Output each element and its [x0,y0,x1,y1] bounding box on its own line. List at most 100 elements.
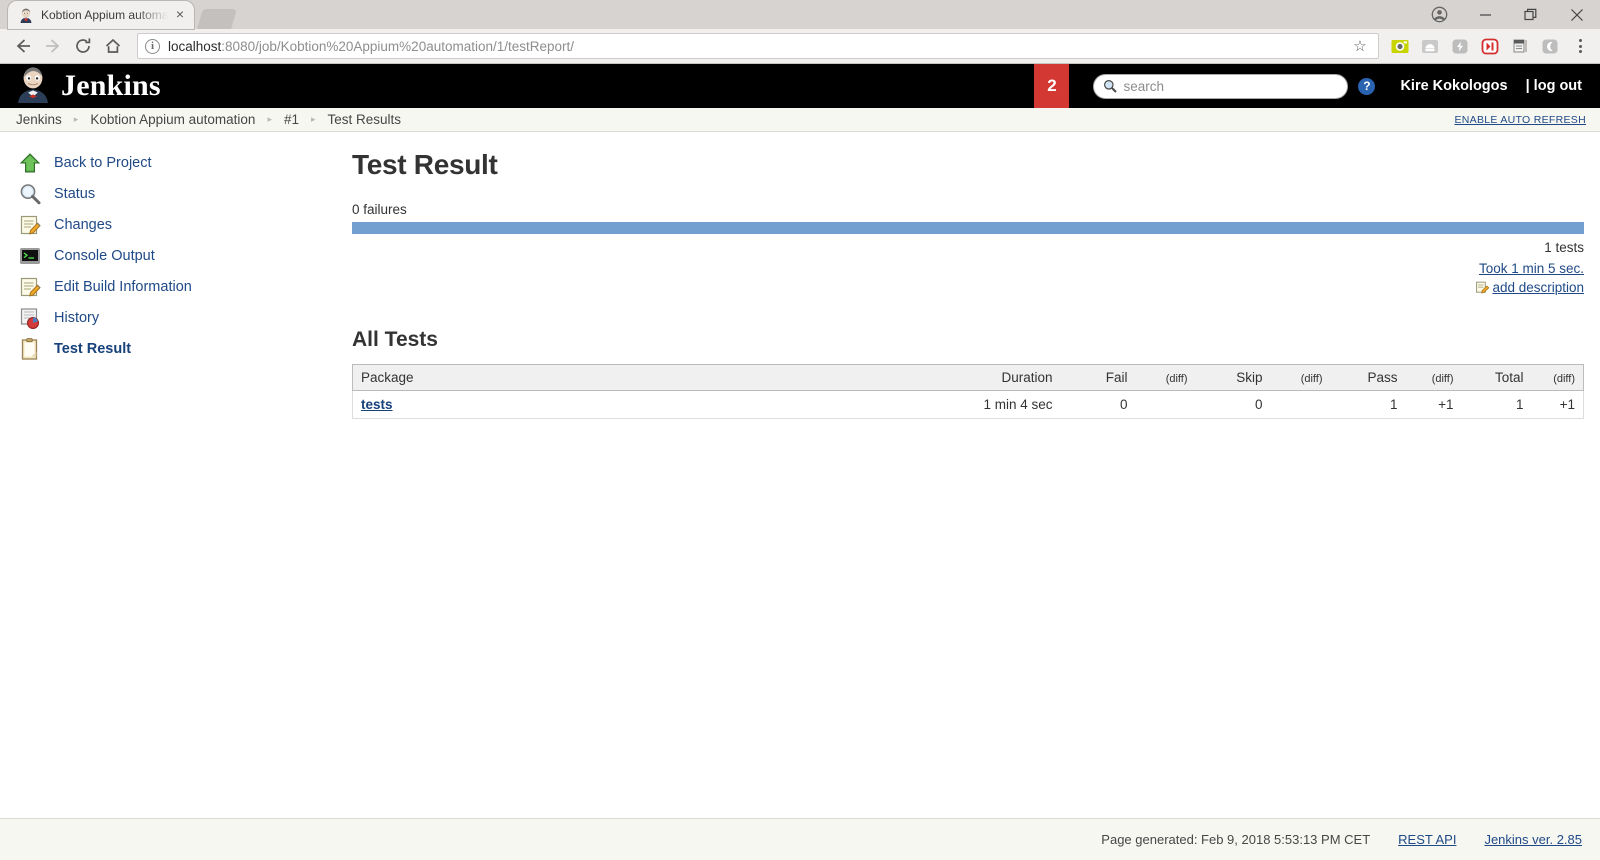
up-arrow-icon [18,151,42,175]
column-header-package[interactable]: Package [352,364,911,391]
lightning-extension-icon[interactable] [1446,32,1474,60]
fastforward-extension-icon[interactable] [1476,32,1504,60]
url-path: :8080/job/Kobtion%20Appium%20automation/… [221,38,575,54]
all-tests-title: All Tests [352,328,438,351]
magnifier-icon [18,182,42,206]
moon-extension-icon[interactable] [1536,32,1564,60]
minimize-button[interactable] [1462,0,1508,29]
breadcrumb-item-job[interactable]: Kobtion Appium automation [90,112,255,127]
back-icon[interactable] [8,32,38,60]
diff-label: (diff) [1431,373,1454,385]
column-header-skip[interactable]: Skip [1195,364,1271,391]
diff-label: (diff) [1553,373,1575,385]
sidebar-item-test-result[interactable]: Test Result [0,333,352,364]
column-header-total[interactable]: Total [1461,364,1532,391]
breadcrumb-item-jenkins[interactable]: Jenkins [16,112,62,127]
add-description-row: add description [352,280,1584,295]
jenkins-body: Back to Project Status Changes Console O… [0,132,1600,840]
chevron-right-icon: ▸ [73,114,79,124]
jenkins-logo-text: Jenkins [61,69,161,102]
help-icon[interactable]: ? [1358,77,1376,95]
column-header-pass-label: Pass [1367,370,1398,385]
window-close-button[interactable] [1554,0,1600,29]
close-icon[interactable]: × [172,6,188,23]
sidebar-item-edit-build-information[interactable]: Edit Build Information [0,271,352,302]
jenkins-version-link[interactable]: Jenkins ver. 2.85 [1484,832,1582,847]
sidebar-item-console-output[interactable]: Console Output [0,240,352,271]
column-header-total-label: Total [1494,370,1524,385]
cell-duration: 1 min 4 sec [910,390,1061,419]
user-name-link[interactable]: Kire Kokologos [1400,78,1507,94]
page-info-icon[interactable]: i [145,38,160,54]
breadcrumb-item-test-results[interactable]: Test Results [328,112,402,127]
new-tab-button[interactable] [197,9,237,29]
jenkins-header-right: 2 ? Kire Kokologos | log out [1034,64,1600,108]
browser-toolbar: i localhost:8080/job/Kobtion%20Appium%20… [0,29,1600,64]
bookmark-star-icon[interactable]: ☆ [1349,37,1371,55]
search-input[interactable] [1121,77,1339,95]
chrome-menu-icon[interactable] [1568,32,1592,60]
notification-badge[interactable]: 2 [1034,64,1070,108]
cell-skip-diff [1270,390,1331,419]
column-header-total-diff[interactable]: (diff) [1531,364,1584,391]
diff-label: (diff) [1165,373,1188,385]
sidebar-item-status[interactable]: Status [0,178,352,209]
search-box[interactable] [1093,73,1349,99]
extension-icons [1386,32,1592,60]
add-description-link[interactable]: add description [1492,280,1584,295]
forward-icon[interactable] [38,32,68,60]
jenkins-home-link[interactable]: Jenkins [0,65,161,108]
clipboard-icon [18,337,42,361]
url-bar[interactable]: i localhost:8080/job/Kobtion%20Appium%20… [137,33,1379,59]
url-host: localhost [168,38,222,54]
camera-extension-icon[interactable] [1386,32,1414,60]
clipboard-extension-icon[interactable] [1506,32,1534,60]
cell-total: 1 [1461,390,1532,419]
terminal-icon [18,244,42,268]
page-title: Test Result [352,149,498,180]
breadcrumb-item-build[interactable]: #1 [284,112,299,127]
column-header-skip-diff[interactable]: (diff) [1270,364,1331,391]
reload-icon[interactable] [68,32,98,60]
history-chart-icon [18,306,42,330]
tests-count-text: 1 tests [1544,240,1584,255]
sidebar-item-history[interactable]: History [0,302,352,333]
maximize-button[interactable] [1508,0,1554,29]
home-icon[interactable] [98,32,128,60]
chevron-right-icon: ▸ [311,114,316,124]
browser-tab[interactable]: Kobtion Appium automa × [8,1,194,29]
page-footer: Page generated: Feb 9, 2018 5:53:13 PM C… [0,818,1600,860]
browser-tab-title: Kobtion Appium automa [41,8,169,22]
notepad-pencil-icon [18,275,42,299]
rest-api-link[interactable]: REST API [1398,832,1456,847]
page-generated-text: Page generated: Feb 9, 2018 5:53:13 PM C… [1101,832,1371,847]
column-header-pass[interactable]: Pass [1330,364,1406,391]
cell-pass-diff: +1 [1405,390,1462,419]
diff-label: (diff) [1300,373,1323,385]
sidebar-item-back-to-project[interactable]: Back to Project [0,147,352,178]
package-link[interactable]: tests [361,397,393,412]
column-header-fail[interactable]: Fail [1060,364,1136,391]
breadcrumb: Jenkins ▸ Kobtion Appium automation ▸ #1… [0,108,1600,132]
enable-auto-refresh-link[interactable]: ENABLE AUTO REFRESH [1454,114,1586,126]
sidebar: Back to Project Status Changes Console O… [0,132,352,840]
sidebar-item-label: Edit Build Information [54,278,192,295]
column-header-fail-diff[interactable]: (diff) [1135,364,1196,391]
cell-skip: 0 [1195,390,1271,419]
cell-total-diff: +1 [1531,390,1584,419]
test-result-progress-bar [352,222,1584,234]
sidebar-item-label: Console Output [54,247,155,264]
sidebar-item-label: Changes [54,216,113,233]
took-duration-link[interactable]: Took 1 min 5 sec. [1479,261,1584,276]
column-header-skip-label: Skip [1236,370,1263,385]
column-header-fail-label: Fail [1105,370,1128,385]
profile-icon[interactable] [1416,0,1462,29]
jenkins-page: Jenkins 2 ? Kire Kokologos | log out Jen… [0,64,1600,860]
logout-link[interactable]: | log out [1526,78,1582,94]
sidebar-item-changes[interactable]: Changes [0,209,352,240]
window-controls [1416,0,1600,29]
column-header-duration[interactable]: Duration [910,364,1061,391]
all-tests-table: Package Duration Fail (diff) Skip (diff)… [352,364,1584,419]
column-header-pass-diff[interactable]: (diff) [1405,364,1462,391]
android-extension-icon[interactable] [1416,32,1444,60]
